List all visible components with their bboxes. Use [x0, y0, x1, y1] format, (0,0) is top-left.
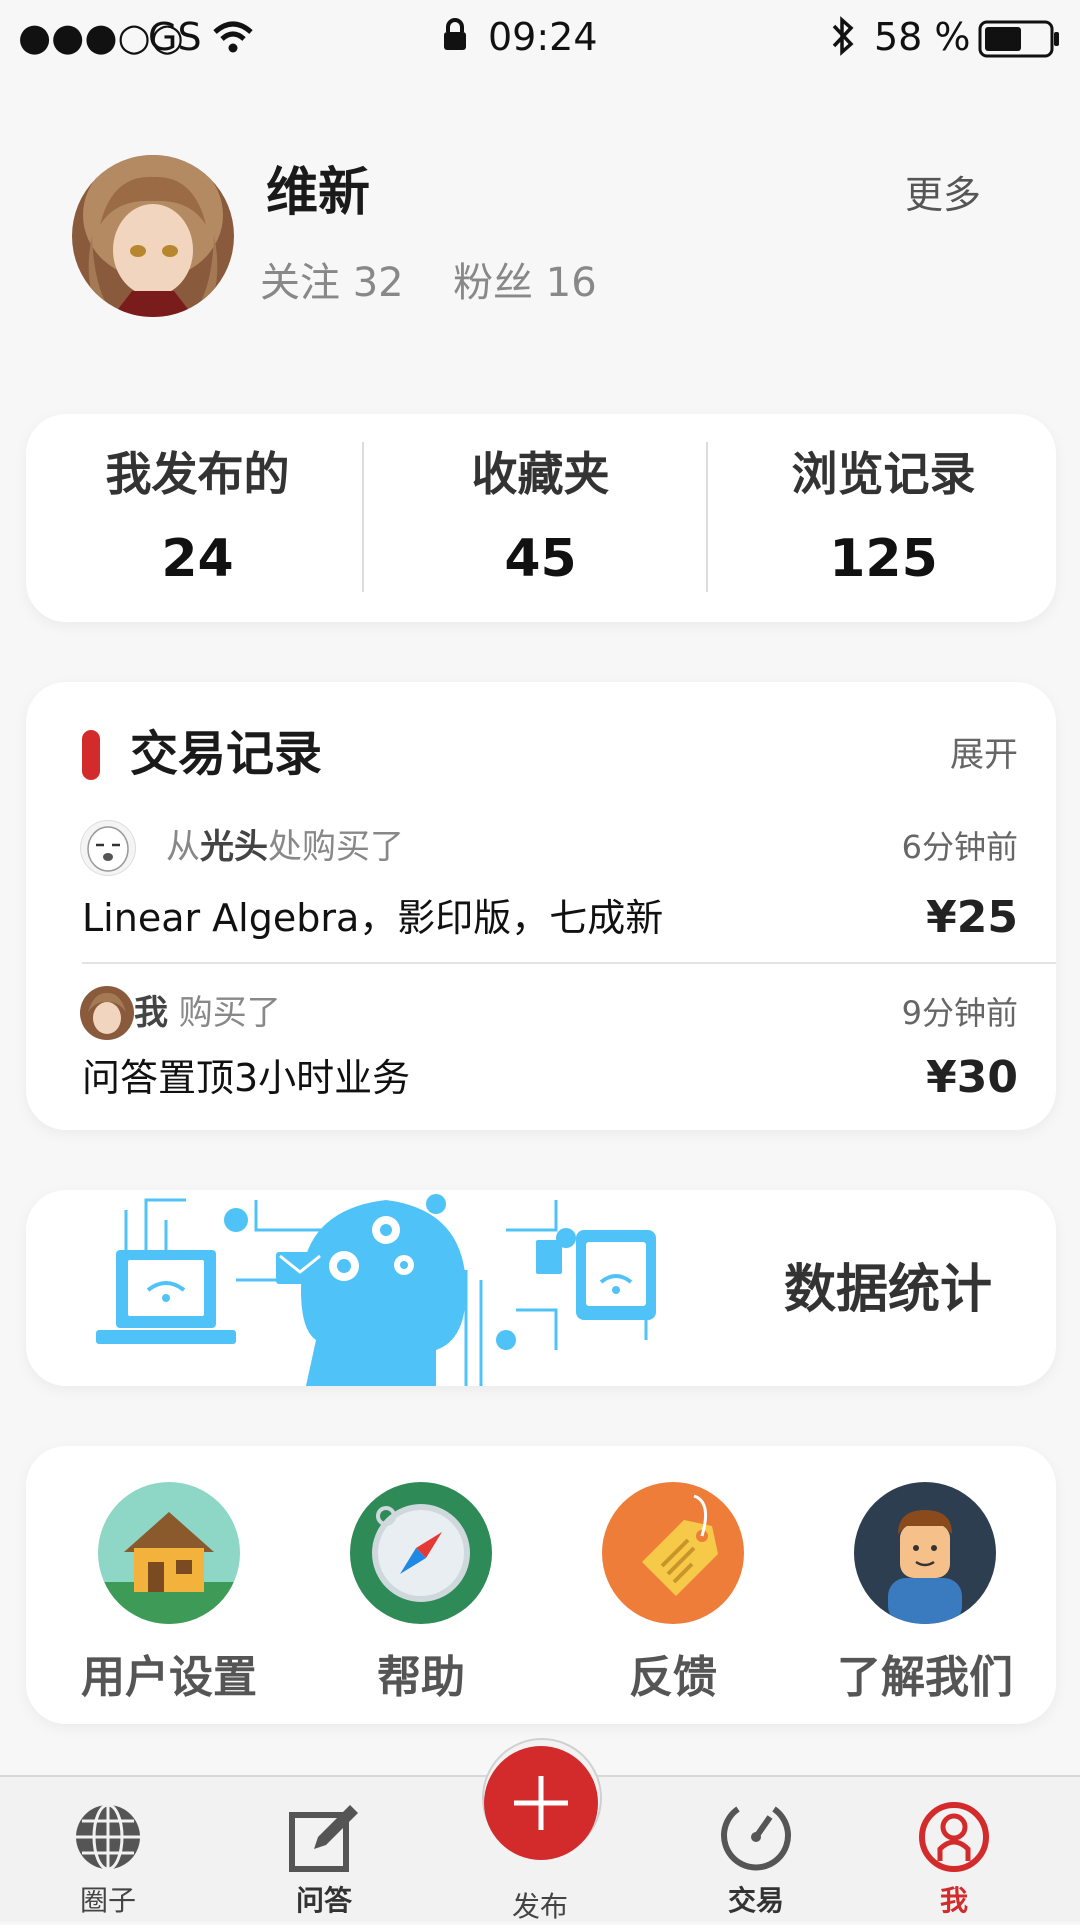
my-avatar — [80, 986, 134, 1040]
trade-counterparty: 我 — [134, 993, 168, 1033]
stat-value: 24 — [161, 529, 234, 589]
trade-counterparty[interactable]: 光头 — [200, 827, 268, 867]
house-icon — [98, 1482, 240, 1624]
menu-label: 用户设置 — [81, 1652, 257, 1703]
compass-icon — [350, 1482, 492, 1624]
publish-button[interactable] — [484, 1746, 598, 1860]
user-ring-icon — [919, 1802, 989, 1872]
menu-label: 反馈 — [629, 1652, 717, 1703]
battery-percent: 58 % — [874, 15, 971, 59]
tag-icon — [602, 1482, 744, 1624]
section-title: 交易记录 — [130, 726, 323, 782]
more-button[interactable]: 更多 — [905, 170, 981, 220]
menu-help[interactable]: 帮助 — [296, 1482, 546, 1708]
menu-label: 了解我们 — [837, 1652, 1013, 1703]
plus-icon — [514, 1776, 568, 1830]
divider — [706, 442, 708, 592]
trade-price: ¥30 — [926, 1052, 1018, 1103]
follow-stats: 关注 32 粉丝 16 — [260, 255, 597, 311]
person-icon — [854, 1482, 996, 1624]
trade-suffix: 购买了 — [168, 993, 281, 1033]
trade-row[interactable]: 从光头处购买了 6分钟前 Linear Algebra，影印版，七成新 ¥25 — [26, 812, 1056, 962]
follow-label[interactable]: 关注 — [260, 260, 340, 306]
stat-published[interactable]: 我发布的 24 — [26, 414, 369, 622]
tab-circle[interactable]: 圈子 — [28, 1797, 188, 1919]
stat-label: 收藏夹 — [471, 447, 610, 501]
row-divider — [82, 962, 1056, 964]
stat-favorites[interactable]: 收藏夹 45 — [369, 414, 712, 622]
tech-illustration — [96, 1194, 656, 1386]
lock-icon — [444, 18, 466, 50]
trade-row[interactable]: 我 购买了 9分钟前 问答置顶3小时业务 ¥30 — [26, 978, 1056, 1118]
wifi-icon — [213, 21, 253, 53]
trade-suffix: 处购买了 — [268, 827, 404, 867]
trade-item: 问答置顶3小时业务 — [82, 1056, 411, 1100]
trade-time: 9分钟前 — [901, 994, 1018, 1032]
status-bar: ●●●○○ GS 09:24 58 % — [0, 0, 1080, 76]
tab-label: 圈子 — [79, 1884, 136, 1917]
seller-avatar — [80, 820, 136, 876]
gauge-icon — [721, 1806, 791, 1871]
globe-icon — [76, 1803, 140, 1871]
menu-user-settings[interactable]: 用户设置 — [44, 1482, 294, 1708]
trade-price: ¥25 — [926, 892, 1018, 943]
stat-value: 125 — [829, 529, 938, 589]
trade-description: 从光头处购买了 — [166, 822, 404, 872]
tab-me[interactable]: 我 — [874, 1797, 1034, 1919]
menu-feedback[interactable]: 反馈 — [548, 1482, 798, 1708]
carrier-label: GS — [148, 15, 202, 59]
fans-count[interactable]: 16 — [546, 260, 597, 306]
stat-value: 45 — [504, 529, 577, 589]
fans-label[interactable]: 粉丝 — [453, 260, 533, 306]
stat-history[interactable]: 浏览记录 125 — [712, 414, 1055, 622]
tab-label: 问答 — [295, 1884, 352, 1917]
stat-label: 浏览记录 — [791, 447, 976, 501]
section-accent-bar — [82, 730, 100, 780]
menu-label: 帮助 — [377, 1652, 465, 1703]
avatar[interactable] — [72, 155, 234, 317]
stat-label: 我发布的 — [105, 447, 290, 501]
bluetooth-icon — [832, 16, 854, 56]
trade-time: 6分钟前 — [901, 828, 1018, 866]
edit-icon — [289, 1805, 358, 1872]
data-statistics-title: 数据统计 — [784, 1260, 993, 1320]
stats-card: 我发布的 24 收藏夹 45 浏览记录 125 — [26, 414, 1056, 622]
tab-trade[interactable]: 交易 — [676, 1797, 836, 1919]
follow-count[interactable]: 32 — [353, 260, 404, 306]
menu-about-us[interactable]: 了解我们 — [800, 1482, 1050, 1708]
expand-button[interactable]: 展开 — [950, 732, 1018, 778]
battery-icon — [978, 20, 1059, 58]
trade-records-card: 交易记录 展开 从光头处购买了 6分钟前 Linear Algebra，影印版，… — [26, 682, 1056, 1130]
menu-card: 用户设置 帮助 反馈 了解我们 — [26, 1446, 1056, 1724]
tab-label: 交易 — [727, 1884, 784, 1917]
data-statistics-banner[interactable]: 数据统计 — [26, 1190, 1056, 1386]
tab-label: 我 — [939, 1884, 968, 1917]
clock: 09:24 — [488, 15, 598, 59]
tab-qa[interactable]: 问答 — [244, 1797, 404, 1919]
trade-description: 我 购买了 — [134, 988, 281, 1038]
trade-item: Linear Algebra，影印版，七成新 — [82, 896, 664, 940]
divider — [362, 442, 364, 592]
trade-prefix: 从 — [166, 827, 200, 867]
username: 维新 — [266, 163, 371, 223]
